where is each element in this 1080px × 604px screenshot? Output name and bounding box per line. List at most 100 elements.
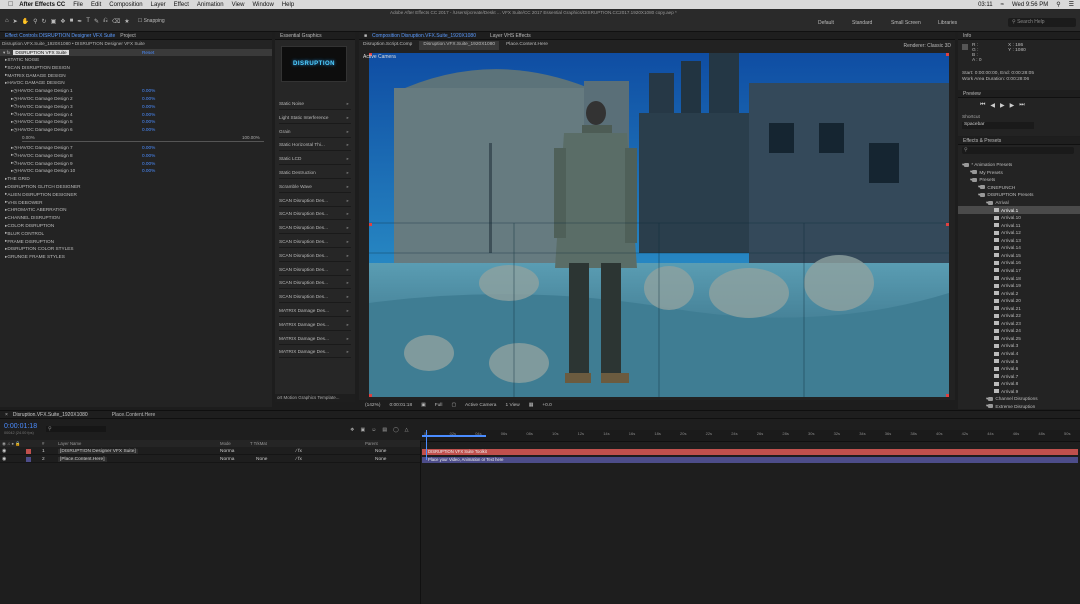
eg-property-item[interactable]: SCAN Disruption Des... ▸	[279, 222, 351, 235]
expand-arrow-icon[interactable]: ▸	[347, 253, 349, 259]
preset-item[interactable]: Arrival.11	[958, 221, 1080, 229]
preset-item[interactable]: Arrival.17	[958, 267, 1080, 275]
eg-property-item[interactable]: SCAN Disruption Des... ▸	[279, 277, 351, 290]
layer-duration-bar[interactable]: Place your Video, Animation or Text here	[422, 456, 1078, 463]
effect-param-row[interactable]: ▸ FRAME DISRUPTION	[0, 238, 54, 245]
tab-preview[interactable]: Preview	[963, 91, 981, 97]
effect-param-value[interactable]: 0.00%	[142, 104, 155, 109]
playhead[interactable]	[426, 430, 427, 460]
effect-param-row[interactable]: ▸ BLUR CONTROL	[0, 230, 44, 237]
preset-folder[interactable]: ▾ Arrival	[958, 199, 1080, 207]
preset-item[interactable]: Arrival.21	[958, 304, 1080, 312]
eg-property-item[interactable]: Scramble Wave ▸	[279, 181, 351, 193]
snapping-checkbox[interactable]: ☐ Snapping	[138, 18, 165, 25]
exposure-value[interactable]: +0.0	[542, 403, 551, 408]
effect-param-row[interactable]: ▸ ◷ HAVOC Damage Design 1 0.00%	[0, 87, 155, 94]
pan-behind-tool-icon[interactable]: ❖	[60, 18, 65, 25]
composition-viewer[interactable]	[369, 53, 949, 397]
comp-flowchart-icon[interactable]: ❖	[350, 427, 354, 433]
preset-folder[interactable]: ▾ CINEPUNCH	[958, 184, 1080, 192]
expand-arrow-icon[interactable]: ▸	[347, 156, 349, 162]
zoom-tool-icon[interactable]: ⚲	[33, 18, 37, 25]
subtab-vfx-suite[interactable]: Disruption.VFX.Suite_1920X1080	[419, 41, 500, 50]
effect-param-value[interactable]: 0.00%	[142, 168, 155, 173]
shortcut-select[interactable]: Spacebar	[962, 122, 1034, 129]
expand-arrow-icon[interactable]: ▸	[347, 115, 349, 121]
selection-tool-icon[interactable]: ➤	[13, 18, 18, 25]
reset-link[interactable]: Reset	[142, 50, 154, 55]
layer-name[interactable]: [Place.Content.Here]	[58, 456, 107, 462]
effect-param-value[interactable]: 0.00%	[142, 96, 155, 101]
camera-select[interactable]: Active Camera	[465, 403, 496, 408]
header-layer-name[interactable]: Layer Name	[58, 441, 81, 446]
layer-mode[interactable]: Norma	[220, 457, 234, 462]
eg-property-item[interactable]: MATRIX Damage Des... ▸	[279, 305, 351, 317]
pen-tool-icon[interactable]: ✒	[77, 18, 82, 25]
preset-item[interactable]: Arrival.25	[958, 335, 1080, 343]
fx-switch-icon[interactable]: ∕ fx	[296, 457, 302, 462]
menu-edit[interactable]: Edit	[91, 2, 101, 8]
last-frame-icon[interactable]: ⏭	[1019, 102, 1024, 109]
timeline-search-input[interactable]: ⚲	[46, 426, 106, 432]
camera-icon[interactable]: ▣	[421, 403, 426, 408]
menu-composition[interactable]: Composition	[109, 2, 142, 8]
frame-blend-icon[interactable]: ▤	[382, 427, 387, 433]
preset-item[interactable]: Arrival.12	[958, 229, 1080, 237]
layer-parent[interactable]: None	[375, 457, 386, 462]
preset-item[interactable]: Arrival.24	[958, 327, 1080, 335]
expand-arrow-icon[interactable]: ▸	[347, 294, 349, 300]
lock-icon[interactable]: ■	[364, 33, 367, 39]
menu-view[interactable]: View	[232, 2, 245, 8]
menu-layer[interactable]: Layer	[151, 2, 166, 8]
preset-item[interactable]: Arrival.9	[958, 388, 1080, 396]
expand-arrow-icon[interactable]: ▸	[347, 184, 349, 190]
preset-item[interactable]: Arrival.14	[958, 244, 1080, 252]
preset-folder[interactable]: ▾ * Animation Presets	[958, 161, 1080, 169]
workspace-libraries[interactable]: Libraries	[938, 20, 957, 26]
effect-param-value[interactable]: 0.00%	[142, 112, 155, 117]
eg-property-item[interactable]: MATRIX Damage Des... ▸	[279, 333, 351, 345]
eg-property-item[interactable]: Grain ▸	[279, 126, 351, 138]
expand-arrow-icon[interactable]: ▸	[347, 349, 349, 355]
clock[interactable]: Wed 9:56 PM	[1012, 2, 1048, 8]
preset-item[interactable]: Arrival.15	[958, 252, 1080, 260]
effect-param-row[interactable]: ▸ CHANNEL DISRUPTION	[0, 214, 60, 221]
next-frame-icon[interactable]: ▶	[1010, 102, 1015, 109]
expand-arrow-icon[interactable]: ▸	[347, 280, 349, 286]
effect-param-value[interactable]: 0.00%	[142, 145, 155, 150]
preset-item[interactable]: Arrival.5	[958, 357, 1080, 365]
preset-item[interactable]: Arrival.4	[958, 350, 1080, 358]
eg-property-item[interactable]: SCAN Disruption Des... ▸	[279, 208, 351, 221]
menu-file[interactable]: File	[73, 2, 83, 8]
effect-param-row[interactable]: ▸ ◷ HAVOC Damage Design 5 0.00%	[0, 118, 155, 125]
effect-param-row[interactable]: ▸ ◷ HAVOC Damage Design 4 0.00%	[0, 111, 155, 118]
effect-param-row[interactable]: ▸ HAVOC DAMAGE DESIGN	[0, 79, 65, 86]
preset-item[interactable]: Arrival.23	[958, 320, 1080, 328]
menu-window[interactable]: Window	[252, 2, 273, 8]
preset-item[interactable]: Arrival.6	[958, 365, 1080, 373]
search-help-input[interactable]: ⚲ Search Help	[1008, 18, 1076, 27]
menu-help[interactable]: Help	[282, 2, 294, 8]
apple-icon[interactable]: 	[8, 1, 13, 8]
preset-item[interactable]: Arrival.18	[958, 274, 1080, 282]
workspace-default[interactable]: Default	[818, 20, 834, 26]
tab-project[interactable]: Project	[120, 33, 136, 39]
preset-item[interactable]: Arrival.7	[958, 372, 1080, 380]
expand-arrow-icon[interactable]: ▸	[347, 142, 349, 148]
tab-essential-graphics[interactable]: Essential Graphics	[280, 33, 322, 39]
app-menu[interactable]: After Effects CC	[19, 2, 65, 8]
preset-item[interactable]: Arrival.20	[958, 297, 1080, 305]
expand-arrow-icon[interactable]: ▸	[347, 308, 349, 314]
eraser-tool-icon[interactable]: ⌫	[112, 18, 120, 25]
preset-item[interactable]: Arrival.19	[958, 282, 1080, 290]
effect-param-row[interactable]: ▸ THE GRID	[0, 175, 30, 182]
label-color-swatch[interactable]	[26, 456, 31, 462]
template-thumbnail[interactable]: DISRUPTION	[281, 46, 347, 82]
play-icon[interactable]: ▶	[1000, 102, 1005, 109]
grid-icon[interactable]: ▦	[529, 403, 534, 408]
effect-param-row[interactable]: ▸ CHROMATIC ABERRATION	[0, 206, 67, 213]
expand-arrow-icon[interactable]: ▸	[347, 225, 349, 231]
preset-item[interactable]: Arrival.13	[958, 237, 1080, 245]
timeline-timecode[interactable]: 0:00:01:18	[4, 423, 37, 430]
visibility-icon[interactable]: ◉	[2, 457, 6, 462]
